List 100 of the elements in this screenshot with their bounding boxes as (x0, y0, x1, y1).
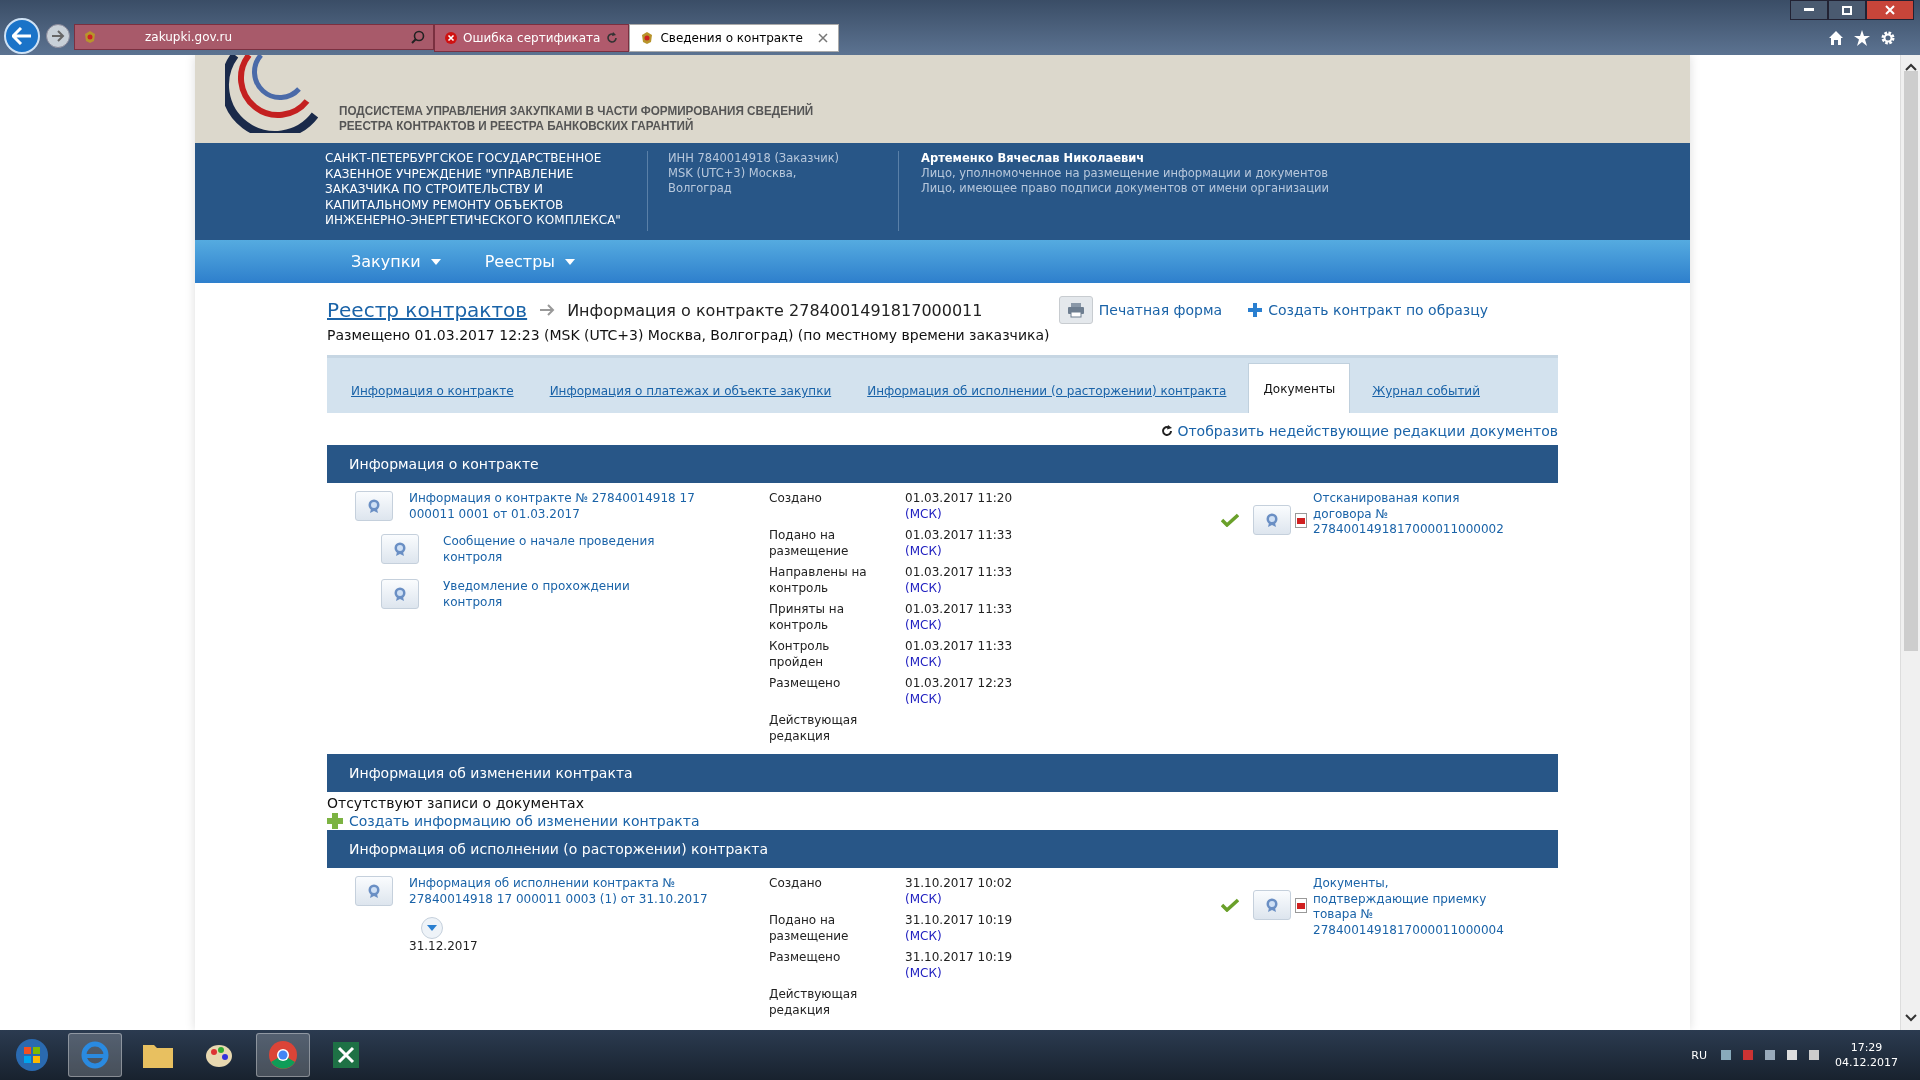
seal-icon (366, 498, 382, 514)
status-time: 01.03.2017 11:33 (905, 639, 1013, 655)
minimize-icon (1804, 8, 1814, 12)
timezone-link[interactable]: (МСК) (905, 506, 942, 522)
action-link[interactable]: Печатная форма (1098, 302, 1223, 318)
browser-tab[interactable]: Сведения о контракте (629, 24, 840, 52)
user-role: Лицо, уполномоченное на размещение информации и документов (921, 166, 1329, 181)
settings-icon[interactable] (1880, 30, 1896, 46)
tab[interactable]: Документы (1248, 363, 1351, 413)
section-header: Информация об изменении контракта (327, 754, 1558, 792)
seal-button[interactable] (1253, 505, 1291, 535)
close-button[interactable] (1866, 0, 1914, 20)
status-label: Подано на размещение (769, 528, 850, 559)
seal-icon (1264, 897, 1280, 913)
empty-message: Отсутствуют записи о документах (327, 794, 585, 812)
close-icon (1885, 5, 1895, 15)
status-time: 01.03.2017 12:23 (905, 676, 1013, 692)
status-time: 01.03.2017 11:33 (905, 602, 1013, 618)
breadcrumb-link[interactable]: Реестр контрактов (327, 298, 528, 322)
seal-button[interactable] (381, 579, 419, 609)
status-time: 31.10.2017 10:19 (905, 913, 1013, 929)
back-arrow-icon (12, 27, 32, 45)
status-time: 31.10.2017 10:19 (905, 950, 1013, 966)
timezone-link[interactable]: (МСК) (905, 617, 942, 633)
seal-button[interactable] (1253, 890, 1291, 920)
maximize-button[interactable] (1828, 0, 1866, 20)
language-indicator[interactable]: RU (1691, 1048, 1707, 1062)
refresh-icon[interactable] (606, 32, 619, 44)
address-bar[interactable]: zakupki.gov.ru (74, 24, 434, 50)
seal-icon (392, 586, 408, 602)
seal-button[interactable] (355, 491, 393, 521)
caret-icon (430, 258, 441, 265)
document-link[interactable]: Документы, подтверждающие приемку товара № 2784001491817000011000004 (1313, 876, 1504, 938)
status-label: Размещено (769, 950, 842, 966)
tab[interactable]: Информация о платежах и объекте закупки (535, 369, 846, 413)
status-label: Действующая редакция (769, 987, 859, 1018)
timezone-text: MSK (UTC+3) Москва, Волгоград (668, 166, 798, 196)
home-icon[interactable] (1828, 30, 1844, 46)
timezone-link[interactable]: (МСК) (905, 965, 942, 981)
scrollbar[interactable] (1900, 55, 1920, 1030)
timezone-link[interactable]: (МСК) (905, 654, 942, 670)
refresh-icon (1161, 425, 1174, 437)
pdf-icon (1295, 897, 1307, 913)
seal-icon (392, 541, 408, 557)
status-label: Приняты на контроль (769, 602, 845, 633)
timezone-link[interactable]: (МСК) (905, 691, 942, 707)
document-link[interactable]: Информация о контракте № 27840014918 17 000011 0001 от 01.03.2017 (409, 491, 769, 522)
status-time: 31.10.2017 10:02 (905, 876, 1013, 892)
printer-icon (1058, 296, 1093, 324)
status-label: Направлены на контроль (769, 565, 868, 596)
document-link[interactable]: Уведомление о прохождении контроля (443, 579, 630, 610)
tab[interactable]: Журнал событий (1358, 369, 1494, 413)
browser-tab[interactable]: Ошибка сертификата (434, 24, 630, 52)
scroll-up-icon[interactable] (1904, 63, 1917, 71)
emblem-icon (640, 31, 655, 45)
status-label: Размещено (769, 676, 842, 692)
chrome-taskbar-icon[interactable] (256, 1033, 310, 1077)
status-label: Подано на размещение (769, 913, 850, 944)
plus-icon (327, 813, 343, 829)
timezone-link[interactable]: (МСК) (905, 580, 942, 596)
status-label: Контроль пройден (769, 639, 831, 670)
document-link[interactable]: Информация об исполнении контракта № 27840014918 17 000011 0003 (1) от 31.10.2017 (409, 876, 769, 907)
expand-button[interactable] (421, 917, 443, 939)
forward-button[interactable] (46, 24, 70, 48)
document-link[interactable]: Отсканированая копия договора № 2784001491817000011000002 (1313, 491, 1504, 538)
user-role: Лицо, имеющее право подписи документов от имени организации (921, 181, 1329, 196)
tab[interactable]: Информация об исполнении (о расторжении) контракта (853, 369, 1241, 413)
document-link[interactable]: Сообщение о начале проведения контроля (443, 534, 655, 565)
inn-text: ИНН 7840014918 (Заказчик) (668, 151, 841, 166)
status-time: 01.03.2017 11:33 (905, 528, 1013, 544)
seal-button[interactable] (381, 534, 419, 564)
timezone-link[interactable]: (МСК) (905, 543, 942, 559)
timezone-link[interactable]: (МСК) (905, 891, 942, 907)
minimize-button[interactable] (1790, 0, 1828, 20)
seal-icon (1264, 512, 1280, 528)
seal-button[interactable] (355, 876, 393, 906)
back-button[interactable] (4, 18, 40, 54)
emblem-icon (83, 30, 97, 44)
tab[interactable]: Информация о контракте (337, 369, 528, 413)
caret-icon (564, 258, 575, 265)
timezone-link[interactable]: (МСК) (905, 928, 942, 944)
pdf-icon (1295, 512, 1307, 528)
section-header: Информация об исполнении (о расторжении) контракта (327, 830, 1558, 868)
forward-arrow-icon (51, 30, 65, 42)
star-icon[interactable] (1854, 30, 1870, 46)
status-label: Создано (769, 876, 823, 892)
clock-time: 17:29 (1850, 1040, 1883, 1055)
arrow-icon (539, 304, 556, 316)
create-link[interactable]: Создать информацию об изменении контракта (349, 812, 700, 830)
published-text: Размещено 01.03.2017 12:23 (MSK (UTC+3) Москва, Волгоград) (по местному времени заказчика) (327, 327, 1051, 343)
page-title: Информация о контракте 2784001491817000011 (567, 300, 983, 320)
browser-taskbar-icon[interactable] (68, 1033, 122, 1077)
caret-icon (427, 925, 437, 931)
close-icon[interactable] (818, 33, 829, 43)
status-time: 01.03.2017 11:20 (905, 491, 1013, 507)
action-link[interactable]: Создать контракт по образцу (1268, 302, 1488, 318)
banner-subtitle: ПОДСИСТЕМА УПРАВЛЕНИЯ ЗАКУПКАМИ В ЧАСТИ ФОРМИРОВАНИЯ СВЕДЕНИЙ РЕЕСТРА КОНТРАКТОВ И РЕЕСТРА БАНКОВСКИХ ГАРАНТИЙ (339, 103, 814, 133)
scroll-down-icon[interactable] (1904, 1014, 1917, 1022)
organization-name: САНКТ-ПЕТЕРБУРГСКОЕ ГОСУДАРСТВЕННОЕ КАЗЕННОЕ УЧРЕЖДЕНИЕ "УПРАВЛЕНИЕ ЗАКАЗЧИКА ПО СТРОИТЕЛЬСТВУ И КАПИТАЛЬНОМУ РЕМОНТУ ОБЪЕКТОВ ИНЖЕНЕРНО-ЭНЕРГЕТИЧЕСКОГО КОМПЛЕКСА" (325, 151, 648, 231)
clock-date: 04.12.2017 (1835, 1055, 1898, 1070)
